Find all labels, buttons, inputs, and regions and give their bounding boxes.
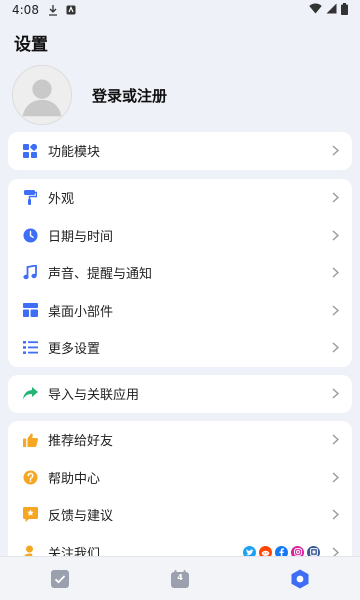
settings-hexagon-icon bbox=[291, 569, 309, 588]
login-register-label[interactable]: 登录或注册 bbox=[92, 85, 167, 106]
settings-group-modules: 功能模块 bbox=[8, 132, 352, 170]
battery-icon bbox=[341, 2, 348, 18]
chevron-right-icon bbox=[330, 388, 340, 400]
share-arrow-icon bbox=[22, 386, 38, 402]
settings-item-feedback[interactable]: 反馈与建议 bbox=[8, 496, 352, 534]
settings-item-label: 功能模块 bbox=[48, 145, 101, 161]
paint-roller-icon bbox=[22, 190, 38, 206]
chevron-right-icon bbox=[330, 267, 340, 279]
grid-icon bbox=[22, 143, 38, 159]
settings-item-label: 声音、提醒与通知 bbox=[48, 267, 153, 283]
settings-item-help-center[interactable]: 帮助中心 bbox=[8, 459, 352, 497]
settings-group-import: 导入与关联应用 bbox=[8, 375, 352, 413]
music-note-icon bbox=[22, 265, 38, 281]
bottom-nav: 4 bbox=[0, 556, 360, 600]
page-title: 设置 bbox=[14, 35, 48, 55]
settings-item-modules[interactable]: 功能模块 bbox=[8, 132, 352, 170]
settings-item-appearance[interactable]: 外观 bbox=[8, 179, 352, 217]
profile-login[interactable]: 登录或注册 bbox=[0, 60, 360, 130]
status-time: 4:08 bbox=[12, 3, 39, 17]
settings-item-more-settings[interactable]: 更多设置 bbox=[8, 329, 352, 367]
clock-icon bbox=[22, 227, 38, 243]
settings-item-label: 日期与时间 bbox=[48, 229, 114, 245]
chevron-right-icon bbox=[330, 304, 340, 316]
question-icon bbox=[22, 469, 38, 485]
default-avatar-icon bbox=[13, 66, 71, 124]
thumbs-up-icon bbox=[22, 432, 38, 448]
nav-settings[interactable] bbox=[280, 559, 320, 599]
signal-icon bbox=[326, 3, 337, 17]
wifi-icon bbox=[309, 3, 322, 17]
settings-item-label: 推荐给好友 bbox=[48, 434, 114, 450]
nav-calendar[interactable]: 4 bbox=[160, 559, 200, 599]
task-check-icon bbox=[51, 569, 69, 588]
settings-item-label: 反馈与建议 bbox=[48, 509, 114, 525]
settings-item-widgets[interactable]: 桌面小部件 bbox=[8, 292, 352, 330]
settings-item-recommend[interactable]: 推荐给好友 bbox=[8, 421, 352, 459]
chevron-right-icon bbox=[330, 471, 340, 483]
chevron-right-icon bbox=[330, 342, 340, 354]
settings-group-general: 外观 日期与时间 声音、提醒与通知 桌面小部件 更多设置 bbox=[8, 179, 352, 367]
feedback-icon bbox=[22, 507, 38, 523]
settings-item-label: 外观 bbox=[48, 192, 75, 208]
settings-item-label: 桌面小部件 bbox=[48, 304, 114, 320]
chevron-right-icon bbox=[330, 145, 340, 157]
avatar[interactable] bbox=[12, 65, 72, 125]
chevron-right-icon bbox=[330, 229, 340, 241]
settings-item-sound-notification[interactable]: 声音、提醒与通知 bbox=[8, 254, 352, 292]
settings-item-label: 更多设置 bbox=[48, 342, 101, 358]
settings-item-label: 导入与关联应用 bbox=[48, 388, 140, 404]
settings-group-support: 推荐给好友 帮助中心 反馈与建议 关注我们 bbox=[8, 421, 352, 571]
chevron-right-icon bbox=[330, 509, 340, 521]
widget-icon bbox=[22, 302, 38, 318]
calendar-day: 4 bbox=[177, 572, 183, 582]
chevron-right-icon bbox=[330, 434, 340, 446]
status-bar: 4:08 bbox=[0, 0, 360, 20]
app-notification-icon bbox=[65, 4, 77, 16]
settings-item-label: 帮助中心 bbox=[48, 471, 101, 487]
chevron-right-icon bbox=[330, 192, 340, 204]
nav-tasks[interactable] bbox=[40, 559, 80, 599]
settings-item-date-time[interactable]: 日期与时间 bbox=[8, 217, 352, 255]
download-icon bbox=[47, 4, 59, 16]
settings-item-import-apps[interactable]: 导入与关联应用 bbox=[8, 375, 352, 413]
list-settings-icon bbox=[22, 340, 38, 356]
